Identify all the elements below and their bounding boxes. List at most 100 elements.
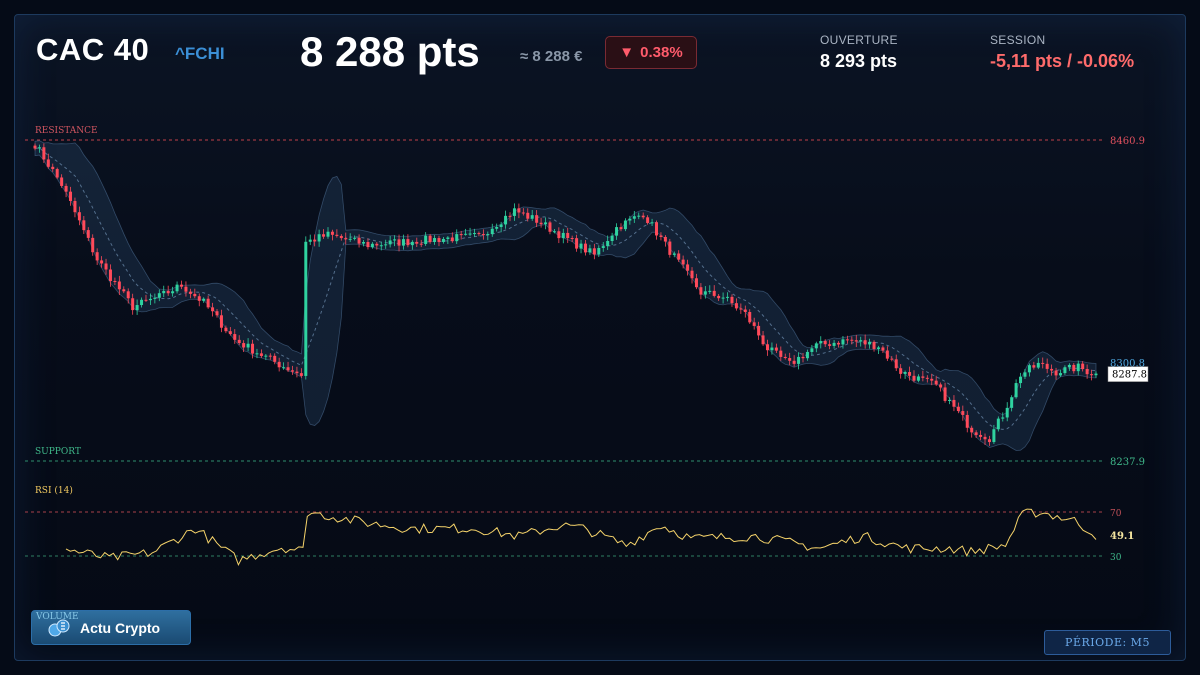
candle-up	[401, 239, 405, 246]
candle-down	[117, 281, 121, 290]
candle-up	[876, 347, 880, 349]
candle-up	[1010, 397, 1014, 408]
candle-up	[433, 238, 437, 242]
candle-down	[42, 147, 46, 160]
candle-down	[299, 373, 303, 376]
candle-up	[797, 356, 801, 364]
candle-down	[575, 238, 579, 249]
candle-down	[734, 303, 738, 309]
candle-up	[1036, 362, 1040, 368]
candle-down	[686, 264, 690, 271]
candle-down	[717, 295, 721, 299]
candle-down	[570, 237, 574, 239]
candle-up	[135, 305, 139, 311]
candle-down	[108, 269, 112, 281]
candle-down	[743, 309, 747, 313]
candle-down	[850, 339, 854, 341]
candle-up	[1001, 417, 1005, 419]
candle-down	[224, 327, 228, 332]
candle-up	[441, 238, 445, 242]
candle-down	[290, 370, 294, 372]
candle-up	[472, 233, 476, 235]
candle-down	[894, 359, 898, 369]
candle-up	[353, 237, 357, 239]
candle-up	[140, 299, 144, 306]
candle-down	[184, 286, 188, 292]
candle-down	[694, 278, 698, 288]
candle-up	[650, 222, 654, 224]
candle-down	[699, 287, 703, 295]
candle-down	[845, 339, 849, 341]
candle-up	[601, 246, 605, 248]
candle-down	[983, 436, 987, 440]
candle-up	[202, 298, 206, 301]
candle-down	[854, 340, 858, 342]
rsi-last-value: 49.1	[1110, 531, 1134, 542]
candle-down	[712, 290, 716, 296]
candle-down	[69, 191, 73, 201]
candle-down	[730, 296, 734, 304]
candle-down	[82, 220, 86, 231]
candle-down	[286, 367, 290, 371]
candle-down	[428, 235, 432, 242]
candle-down	[921, 376, 925, 378]
candle-up	[615, 227, 619, 236]
candle-up	[1067, 364, 1071, 368]
candle-down	[548, 222, 552, 232]
candle-down	[619, 227, 623, 230]
candle-up	[175, 284, 179, 292]
candle-down	[104, 263, 108, 270]
candle-up	[455, 234, 459, 242]
candle-up	[832, 342, 836, 346]
candle-down	[646, 217, 650, 223]
candle-down	[659, 235, 663, 237]
candle-down	[965, 414, 969, 428]
candle-up	[916, 376, 920, 381]
candle-down	[166, 290, 170, 294]
candle-down	[663, 236, 667, 242]
candle-up	[1014, 383, 1018, 398]
candle-down	[273, 355, 277, 362]
candle-up	[1063, 367, 1067, 374]
candle-down	[1085, 369, 1089, 375]
candle-up	[610, 235, 614, 241]
candle-down	[295, 371, 299, 374]
candle-down	[1032, 365, 1036, 368]
candle-up	[379, 245, 383, 247]
candle-up	[512, 208, 516, 216]
candle-down	[233, 334, 237, 340]
candle-up	[1094, 373, 1098, 376]
candle-down	[344, 238, 348, 240]
candle-up	[282, 367, 286, 369]
candle-up	[996, 418, 1000, 430]
candle-down	[366, 242, 370, 248]
candle-down	[188, 291, 192, 294]
candle-up	[157, 293, 161, 298]
candle-down	[277, 361, 281, 368]
rsi-overbought-value: 70	[1110, 509, 1122, 519]
candle-up	[1027, 365, 1031, 373]
candle-down	[526, 212, 530, 219]
period-selector[interactable]: PÉRIODE: M5	[1044, 630, 1171, 655]
candle-down	[100, 260, 104, 264]
candle-down	[837, 342, 841, 345]
candle-down	[566, 232, 570, 238]
candle-down	[357, 237, 361, 244]
candle-down	[765, 344, 769, 351]
candle-up	[859, 340, 863, 342]
candle-down	[215, 311, 219, 316]
candle-up	[552, 231, 556, 233]
candle-up	[504, 215, 508, 225]
candle-up	[246, 343, 250, 348]
volume-label: VOLUME	[36, 612, 79, 622]
candle-up	[708, 290, 712, 292]
candle-down	[144, 299, 148, 301]
candle-down	[450, 237, 454, 242]
candle-up	[544, 222, 548, 225]
candle-down	[86, 230, 90, 238]
candle-up	[632, 216, 636, 219]
candle-down	[508, 215, 512, 217]
candle-down	[690, 270, 694, 279]
candle-down	[539, 222, 543, 225]
candle-up	[490, 228, 494, 235]
